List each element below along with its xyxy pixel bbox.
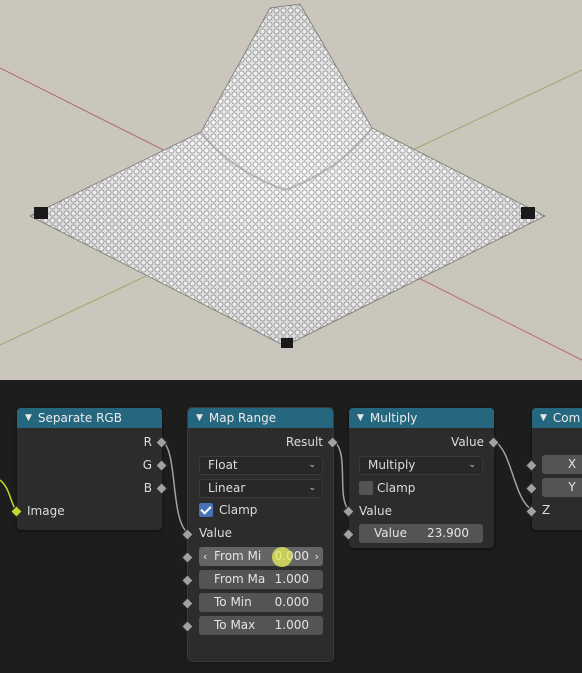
separate-rgb-node[interactable]: ▼ Separate RGB R G B Image	[17, 408, 162, 530]
x-label: X	[567, 457, 577, 471]
collapse-chevron-icon[interactable]: ▼	[196, 413, 203, 423]
corner-marker-left	[34, 207, 48, 219]
output-b-label: B	[143, 481, 152, 495]
interpolation-dropdown[interactable]: Linear ⌄	[199, 479, 323, 498]
output-g-label: G	[142, 458, 152, 472]
data-type-dropdown[interactable]: Float ⌄	[199, 456, 323, 475]
chevron-down-icon: ⌄	[308, 483, 316, 493]
x-field[interactable]: X	[542, 455, 582, 474]
clamp-label: Clamp	[219, 503, 258, 517]
corner-marker-right	[521, 207, 535, 219]
corner-marker-bottom	[281, 338, 293, 348]
link-result-to-value	[332, 440, 350, 511]
collapse-chevron-icon[interactable]: ▼	[357, 413, 364, 423]
from-max-field[interactable]: From Ma 1.000	[199, 570, 323, 589]
mouse-cursor-highlight	[272, 547, 292, 567]
to-max-value: 1.000	[274, 618, 309, 632]
to-min-label: To Min	[214, 595, 252, 609]
to-min-field[interactable]: To Min 0.000	[199, 593, 323, 612]
multiply-node[interactable]: ▼ Multiply Value Multiply ⌄ Clamp Value …	[349, 408, 494, 548]
output-value-label: Value	[451, 435, 484, 449]
clamp-label: Clamp	[377, 481, 416, 495]
output-result-label: Result	[285, 435, 323, 449]
node-title: Multiply	[369, 411, 418, 425]
chevron-down-icon: ⌄	[468, 460, 476, 470]
link-value-to-z	[493, 440, 533, 511]
separate-rgb-header[interactable]: ▼ Separate RGB	[17, 408, 162, 428]
from-min-label: From Mi	[214, 549, 262, 563]
input-z-label: Z	[542, 503, 551, 517]
data-type-value: Float	[208, 458, 238, 472]
chevron-down-icon: ⌄	[308, 460, 316, 470]
value-field-label: Value	[374, 526, 407, 540]
map-range-header[interactable]: ▼ Map Range	[188, 408, 333, 428]
collapse-chevron-icon[interactable]: ▼	[540, 413, 547, 423]
from-min-field[interactable]: ‹ From Mi 0.000 ›	[199, 547, 323, 566]
output-r-label: R	[143, 435, 152, 449]
y-field[interactable]: Y	[542, 478, 582, 497]
clamp-checkbox[interactable]	[359, 481, 373, 495]
operation-dropdown[interactable]: Multiply ⌄	[359, 456, 483, 475]
y-label: Y	[568, 480, 576, 494]
value-field-value: 23.900	[427, 526, 469, 540]
from-max-label: From Ma	[214, 572, 266, 586]
multiply-header[interactable]: ▼ Multiply	[349, 408, 494, 428]
combine-xyz-node[interactable]: ▼ Com X Y Z	[532, 408, 582, 530]
from-max-value: 1.000	[274, 572, 309, 586]
3d-viewport[interactable]	[0, 0, 582, 380]
input-image-label: Image	[27, 504, 65, 518]
node-title: Separate RGB	[37, 411, 122, 425]
combine-xyz-header[interactable]: ▼ Com	[532, 408, 582, 428]
interpolation-value: Linear	[208, 481, 246, 495]
node-editor[interactable]: ▼ Separate RGB R G B Image ▼ Map Range R…	[0, 380, 582, 673]
node-title: Map Range	[208, 411, 277, 425]
decrement-arrow-icon[interactable]: ‹	[203, 547, 207, 566]
value-field[interactable]: Value 23.900	[359, 524, 483, 543]
viewport-scene	[0, 3, 582, 361]
input-value-label: Value	[199, 526, 232, 540]
operation-value: Multiply	[368, 458, 416, 472]
node-title: Com	[552, 411, 581, 425]
to-max-field[interactable]: To Max 1.000	[199, 616, 323, 635]
link-image	[0, 479, 17, 511]
map-range-node[interactable]: ▼ Map Range Result Float ⌄ Linear ⌄ Clam…	[187, 407, 334, 662]
collapse-chevron-icon[interactable]: ▼	[25, 413, 32, 423]
to-min-value: 0.000	[274, 595, 309, 609]
input-value-label: Value	[359, 504, 392, 518]
clamp-checkbox[interactable]	[199, 503, 213, 517]
increment-arrow-icon[interactable]: ›	[315, 547, 319, 566]
to-max-label: To Max	[214, 618, 256, 632]
